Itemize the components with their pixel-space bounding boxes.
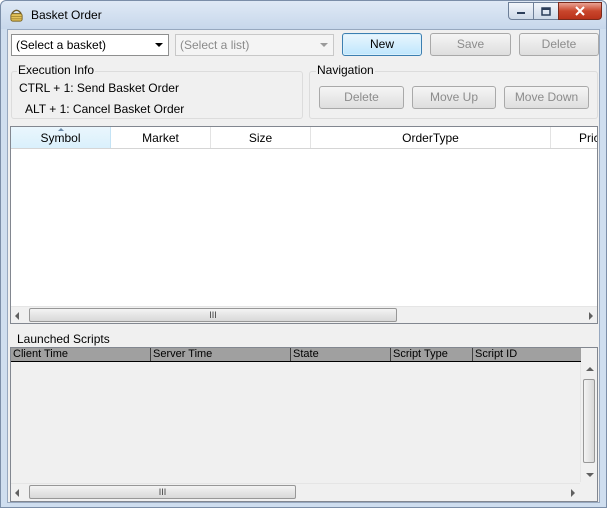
column-header-size[interactable]: Size [211,127,311,148]
move-down-button[interactable]: Move Down [504,86,589,109]
chevron-down-icon [155,43,163,47]
scroll-down-icon[interactable] [586,473,594,477]
window-controls [508,2,602,21]
list-select[interactable]: (Select a list) [175,34,334,56]
column-header-market[interactable]: Market [111,127,211,148]
title-bar[interactable]: Basket Order [1,1,606,29]
launched-scripts-vscroll-thumb[interactable] [583,379,595,463]
column-header-symbol[interactable]: Symbol [11,127,111,148]
client-area: (Select a basket) (Select a list) New Sa… [7,29,600,503]
scroll-left-icon[interactable] [15,489,19,497]
delete-row-button[interactable]: Delete [319,86,404,109]
move-up-button[interactable]: Move Up [412,86,496,109]
execution-info-label: Execution Info [17,63,96,77]
scroll-right-icon[interactable] [589,312,593,320]
orders-grid-header: Symbol Market Size OrderType Pric [11,127,597,149]
column-header-price[interactable]: Pric [551,127,597,148]
list-select-value: (Select a list) [180,38,250,52]
scroll-right-icon[interactable] [571,489,575,497]
maximize-button[interactable] [533,2,559,20]
column-header-script-type[interactable]: Script Type [391,348,473,361]
minimize-icon [517,12,525,14]
close-icon [575,6,585,16]
execution-info-send: CTRL + 1: Send Basket Order [19,81,179,95]
orders-grid-scroll-thumb[interactable]: III [29,308,397,322]
launched-scripts-vscrollbar[interactable] [580,362,597,482]
column-header-script-id[interactable]: Script ID [473,348,581,361]
column-header-state[interactable]: State [291,348,391,361]
new-button[interactable]: New [342,33,422,56]
column-header-ordertype[interactable]: OrderType [311,127,551,148]
basket-select[interactable]: (Select a basket) [11,34,169,56]
launched-scripts-label: Launched Scripts [17,332,110,346]
execution-info-cancel: ALT + 1: Cancel Basket Order [25,102,185,116]
scroll-left-icon[interactable] [15,312,19,320]
column-header-client-time[interactable]: Client Time [11,348,151,361]
column-header-server-time[interactable]: Server Time [151,348,291,361]
window-title: Basket Order [31,8,102,22]
launched-scripts-hscrollbar[interactable]: III [11,483,581,500]
launched-scripts-table[interactable]: Client Time Server Time State Script Typ… [10,347,598,502]
navigation-label: Navigation [316,63,375,77]
basket-order-window: Basket Order (Select a basket) (Select a… [0,0,607,508]
launched-scripts-scroll-thumb[interactable]: III [29,485,296,499]
orders-grid[interactable]: Symbol Market Size OrderType Pric III [10,126,598,324]
delete-basket-button[interactable]: Delete [519,33,599,56]
launched-scripts-header: Client Time Server Time State Script Typ… [11,348,581,362]
maximize-icon [541,6,551,16]
chevron-down-icon [320,43,328,47]
scroll-up-icon[interactable] [586,367,594,371]
minimize-button[interactable] [508,2,534,20]
basket-icon [10,9,23,22]
save-button[interactable]: Save [430,33,511,56]
close-button[interactable] [558,2,602,20]
basket-select-value: (Select a basket) [16,38,107,52]
scrollbar-corner [580,483,597,501]
orders-grid-hscrollbar[interactable]: III [11,306,597,323]
sort-ascending-icon [57,128,64,131]
